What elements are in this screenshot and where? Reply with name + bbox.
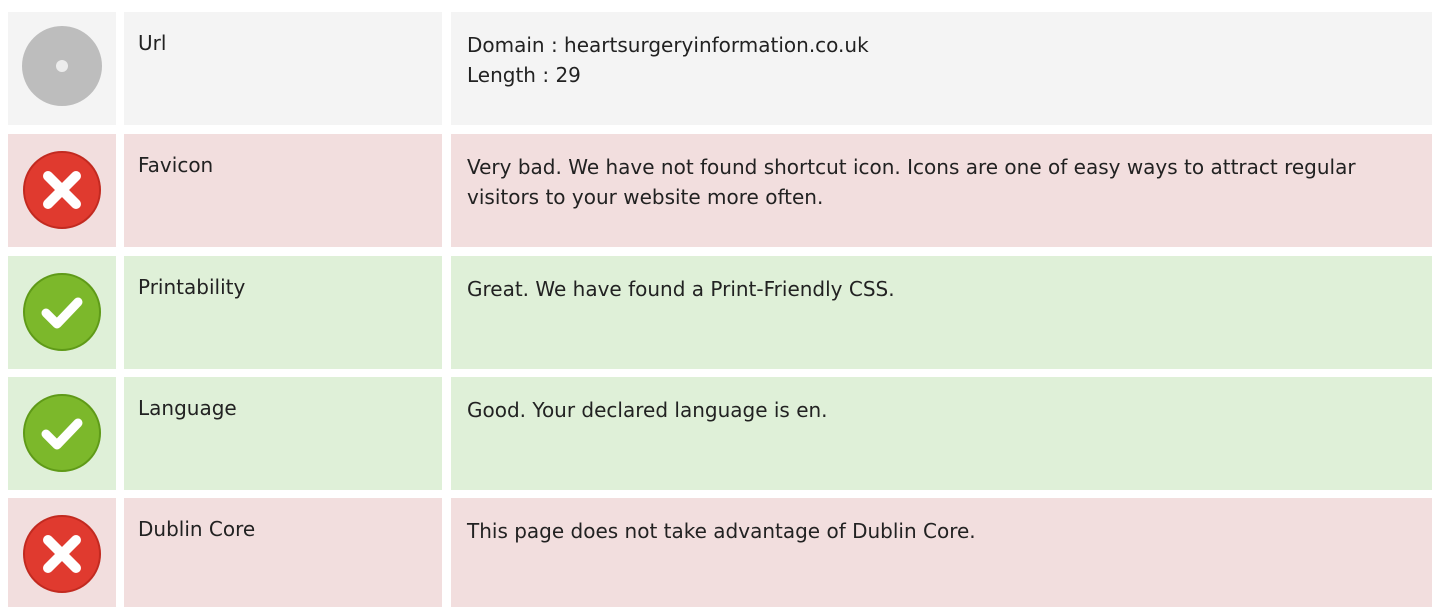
row-description: Domain : heartsurgeryinformation.co.uk L…: [451, 12, 1432, 125]
printability-result-text: Great. We have found a Print-Friendly CS…: [467, 277, 895, 301]
row-status-cell: [8, 134, 116, 247]
row-status-cell: [8, 256, 116, 369]
row-description: Very bad. We have not found shortcut ico…: [451, 134, 1432, 247]
url-domain-text: Domain : heartsurgeryinformation.co.uk: [467, 33, 869, 57]
language-result-text: Good. Your declared language is en.: [467, 398, 828, 422]
error-cross-icon: [20, 148, 104, 232]
row-label-text: Printability: [138, 275, 246, 299]
dublin-core-result-text: This page does not take advantage of Dub…: [467, 519, 976, 543]
row-status-cell: [8, 377, 116, 490]
audit-row-printability: Printability Great. We have found a Prin…: [0, 256, 1440, 369]
row-description: Great. We have found a Print-Friendly CS…: [451, 256, 1432, 369]
audit-row-url: Url Domain : heartsurgeryinformation.co.…: [0, 12, 1440, 125]
row-label: Favicon: [124, 134, 442, 247]
row-label: Language: [124, 377, 442, 490]
audit-results-table: Url Domain : heartsurgeryinformation.co.…: [0, 0, 1440, 607]
row-status-cell: [8, 12, 116, 125]
row-label: Dublin Core: [124, 498, 442, 607]
row-label-text: Dublin Core: [138, 517, 256, 541]
favicon-result-text: Very bad. We have not found shortcut ico…: [467, 155, 1356, 209]
error-cross-icon: [20, 512, 104, 596]
url-length-text: Length : 29: [467, 63, 581, 87]
row-label-text: Language: [138, 396, 237, 420]
audit-row-dublin-core: Dublin Core This page does not take adva…: [0, 498, 1440, 607]
success-check-icon: [20, 391, 104, 475]
neutral-disc-icon: [20, 24, 104, 108]
audit-row-language: Language Good. Your declared language is…: [0, 377, 1440, 490]
audit-row-favicon: Favicon Very bad. We have not found shor…: [0, 134, 1440, 247]
row-label: Url: [124, 12, 442, 125]
row-status-cell: [8, 498, 116, 607]
row-label-text: Favicon: [138, 153, 214, 177]
row-label: Printability: [124, 256, 442, 369]
row-description: This page does not take advantage of Dub…: [451, 498, 1432, 607]
row-description: Good. Your declared language is en.: [451, 377, 1432, 490]
row-label-text: Url: [138, 31, 167, 55]
success-check-icon: [20, 270, 104, 354]
